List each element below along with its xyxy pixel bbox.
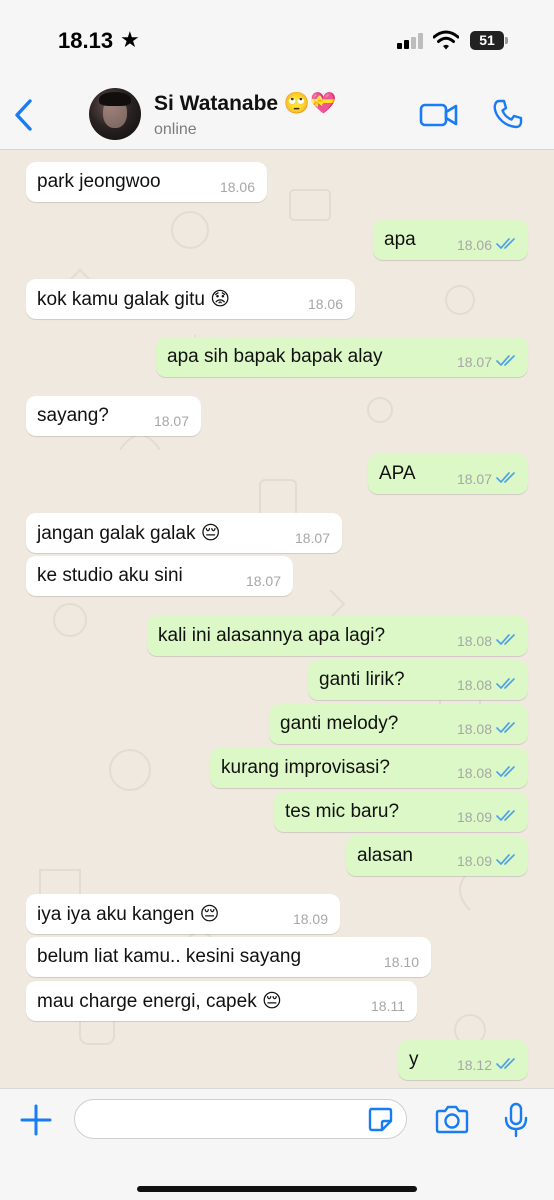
message-input[interactable] (74, 1099, 407, 1139)
read-receipt-icon (496, 634, 515, 645)
message-time: 18.08 (456, 721, 492, 737)
status-time: 18.13 (58, 28, 114, 53)
read-receipt-icon (496, 238, 515, 249)
video-camera-icon[interactable] (419, 102, 459, 128)
message-text: apa (384, 229, 416, 250)
message-time: 18.07 (294, 530, 330, 546)
outgoing-message[interactable]: tes mic baru? 18.09 (274, 792, 528, 832)
contact-name[interactable]: Si Watanabe 🙄💝 (154, 92, 336, 116)
read-receipt-icon (496, 355, 515, 366)
message-text: park jeongwoo (37, 171, 161, 192)
message-text: jangan galak galak 😔 (37, 523, 221, 544)
message-text: iya iya aku kangen 😔 (37, 904, 220, 925)
incoming-message[interactable]: park jeongwoo 18.06 (26, 162, 267, 202)
outgoing-message[interactable]: ganti melody? 18.08 (269, 704, 528, 744)
message-time: 18.07 (153, 413, 189, 429)
contact-status: online (154, 121, 197, 138)
message-time: 18.06 (219, 179, 255, 195)
incoming-message[interactable]: jangan galak galak 😔 18.07 (26, 513, 342, 553)
outgoing-message[interactable]: apa sih bapak bapak alay 18.07 (156, 337, 528, 377)
read-receipt-icon (496, 722, 515, 733)
star-icon: ★ (120, 27, 140, 52)
home-indicator (137, 1186, 417, 1192)
outgoing-message[interactable]: APA 18.07 (368, 454, 528, 494)
chat-header: Si Watanabe 🙄💝 online (0, 80, 554, 150)
message-text: ganti melody? (280, 713, 399, 734)
incoming-message[interactable]: mau charge energi, capek 😔 18.11 (26, 981, 417, 1021)
message-time: 18.11 (371, 998, 405, 1014)
wifi-icon (433, 30, 459, 50)
message-text: ke studio aku sini (37, 565, 183, 586)
message-time: 18.09 (456, 809, 492, 825)
incoming-message[interactable]: kok kamu galak gitu 😟 18.06 (26, 279, 355, 319)
read-receipt-icon (496, 854, 515, 865)
outgoing-message[interactable]: kurang improvisasi? 18.08 (210, 748, 528, 788)
message-text: kali ini alasannya apa lagi? (158, 625, 386, 646)
avatar-hair (99, 92, 131, 106)
avatar[interactable] (89, 88, 141, 140)
message-time: 18.08 (456, 765, 492, 781)
message-time: 18.07 (456, 354, 492, 370)
outgoing-message[interactable]: ganti lirik? 18.08 (308, 660, 528, 700)
read-receipt-icon (496, 1058, 515, 1069)
message-time: 18.09 (292, 911, 328, 927)
input-bar (0, 1088, 554, 1200)
status-bar: 18.13 ★ 51 (0, 0, 554, 80)
message-time: 18.10 (383, 954, 419, 970)
chevron-left-icon[interactable] (12, 98, 34, 132)
read-receipt-icon (496, 678, 515, 689)
message-time: 18.07 (456, 471, 492, 487)
incoming-message[interactable]: sayang? 18.07 (26, 396, 201, 436)
message-time: 18.08 (456, 677, 492, 693)
message-text: mau charge energi, capek 😔 (37, 991, 282, 1012)
message-time: 18.09 (456, 853, 492, 869)
incoming-message[interactable]: ke studio aku sini 18.07 (26, 556, 293, 596)
phone-icon[interactable] (492, 98, 524, 130)
message-text: y (409, 1049, 419, 1070)
message-text: kurang improvisasi? (221, 757, 390, 778)
outgoing-message[interactable]: y 18.12 (398, 1040, 528, 1080)
message-time: 18.06 (456, 237, 492, 253)
sticker-icon[interactable] (367, 1106, 393, 1132)
incoming-message[interactable]: iya iya aku kangen 😔 18.09 (26, 894, 340, 934)
message-text: APA (379, 463, 416, 484)
camera-icon[interactable] (434, 1105, 470, 1135)
message-text: tes mic baru? (285, 801, 400, 822)
chat-area[interactable]: park jeongwoo 18.06 apa 18.06 kok kamu galak… (0, 150, 554, 1088)
message-time: 18.08 (456, 633, 492, 649)
incoming-message[interactable]: belum liat kamu.. kesini sayang 18.10 (26, 937, 431, 977)
read-receipt-icon (496, 810, 515, 821)
message-text: ganti lirik? (319, 669, 405, 690)
outgoing-message[interactable]: alasan 18.09 (346, 836, 528, 876)
outgoing-message[interactable]: apa 18.06 (373, 220, 528, 260)
message-time: 18.12 (456, 1057, 492, 1073)
message-time: 18.06 (307, 296, 343, 312)
battery-cap (505, 37, 508, 44)
message-text: belum liat kamu.. kesini sayang (37, 946, 302, 967)
read-receipt-icon (496, 766, 515, 777)
message-text: kok kamu galak gitu 😟 (37, 289, 231, 310)
signal-icon (397, 33, 427, 49)
battery-indicator: 51 (470, 31, 504, 50)
message-text: alasan (357, 845, 413, 866)
outgoing-message[interactable]: kali ini alasannya apa lagi? 18.08 (147, 616, 528, 656)
message-text: sayang? (37, 405, 109, 426)
message-time: 18.07 (245, 573, 281, 589)
microphone-icon[interactable] (503, 1102, 529, 1138)
plus-icon[interactable] (19, 1103, 53, 1137)
read-receipt-icon (496, 472, 515, 483)
message-text: apa sih bapak bapak alay (167, 346, 383, 367)
